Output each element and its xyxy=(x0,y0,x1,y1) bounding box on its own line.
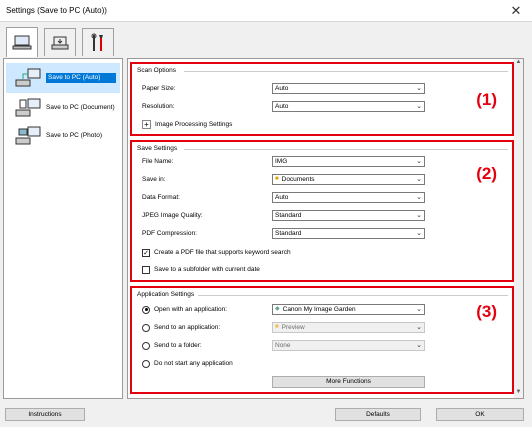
more-functions-button[interactable]: More Functions xyxy=(272,376,425,388)
divider xyxy=(184,71,508,72)
send-app-select[interactable]: ■ Preview ⌄ xyxy=(272,322,425,333)
keyword-pdf-checkbox[interactable]: ✓ xyxy=(142,248,150,257)
paper-size-select[interactable]: Auto ⌄ xyxy=(272,83,425,94)
pdf-compression-label: PDF Compression: xyxy=(142,230,197,237)
file-name-label: File Name: xyxy=(142,158,174,165)
tab-scan-from-panel[interactable] xyxy=(44,28,76,56)
scan-auto-icon xyxy=(15,68,41,87)
scroll-down-icon[interactable]: ▼ xyxy=(514,389,523,398)
data-format-select[interactable]: Auto ⌄ xyxy=(272,192,425,203)
scan-type-list: Save to PC (Auto) Save to PC (Document) … xyxy=(3,58,123,399)
section-marker: (1) xyxy=(476,90,497,109)
instructions-button[interactable]: Instructions xyxy=(5,408,85,421)
sidebar-item-save-to-pc-auto[interactable]: Save to PC (Auto) xyxy=(6,63,120,93)
scan-options-group: Scan Options Paper Size: Auto ⌄ Resolutio… xyxy=(130,62,514,136)
subfolder-option[interactable]: Save to a subfolder with current date xyxy=(142,264,260,275)
sidebar-item-save-to-pc-document[interactable]: Save to PC (Document) xyxy=(6,93,120,123)
save-settings-group: Save Settings File Name: IMG ⌄ Save in: ■… xyxy=(130,140,514,282)
chevron-down-icon: ⌄ xyxy=(416,176,422,183)
chevron-down-icon: ⌄ xyxy=(416,85,422,92)
folder-icon: ■ xyxy=(275,176,279,182)
keyword-pdf-option[interactable]: ✓ Create a PDF file that supports keywor… xyxy=(142,247,291,258)
chevron-down-icon: ⌄ xyxy=(416,342,422,349)
image-processing-label: Image Processing Settings xyxy=(155,121,233,128)
subfolder-label: Save to a subfolder with current date xyxy=(154,266,260,273)
window-title: Settings (Save to PC (Auto)) xyxy=(6,6,107,15)
chevron-down-icon: ⌄ xyxy=(416,306,422,313)
paper-size-label: Paper Size: xyxy=(142,85,176,92)
data-format-label: Data Format: xyxy=(142,194,180,201)
jpeg-quality-label: JPEG Image Quality: xyxy=(142,212,203,219)
defaults-button[interactable]: Defaults xyxy=(335,408,421,421)
divider xyxy=(198,295,508,296)
vertical-scrollbar[interactable]: ▲ ▼ xyxy=(514,59,523,398)
save-in-label: Save in: xyxy=(142,176,166,183)
ok-button[interactable]: OK xyxy=(436,408,524,421)
send-folder-option[interactable]: Send to a folder: xyxy=(142,340,202,351)
group-title: Scan Options xyxy=(137,67,177,74)
open-app-option[interactable]: Open with an application: xyxy=(142,304,227,315)
jpeg-quality-select[interactable]: Standard ⌄ xyxy=(272,210,425,221)
group-title: Application Settings xyxy=(137,291,195,298)
no-app-option[interactable]: Do not start any application xyxy=(142,358,233,369)
sidebar-item-label: Save to PC (Auto) xyxy=(46,73,116,83)
expand-icon[interactable]: + xyxy=(142,120,151,129)
send-folder-label: Send to a folder: xyxy=(154,342,202,349)
tools-icon xyxy=(91,33,103,51)
send-app-label: Send to an application: xyxy=(154,324,221,331)
settings-panel: ▲ ▼ Scan Options Paper Size: Auto ⌄ Resol… xyxy=(127,58,524,399)
sidebar-item-label: Save to PC (Document) xyxy=(46,104,115,111)
chevron-down-icon: ⌄ xyxy=(416,212,422,219)
close-icon[interactable]: ✕ xyxy=(504,2,528,19)
scan-document-icon xyxy=(15,98,41,117)
send-folder-select[interactable]: None ⌄ xyxy=(272,340,425,351)
send-folder-radio[interactable] xyxy=(142,341,150,350)
sidebar-item-label: Save to PC (Photo) xyxy=(46,132,102,139)
image-garden-icon: ◆ xyxy=(275,306,280,312)
pdf-compression-select[interactable]: Standard ⌄ xyxy=(272,228,425,239)
section-marker: (2) xyxy=(476,164,497,183)
resolution-select[interactable]: Auto ⌄ xyxy=(272,101,425,112)
subfolder-checkbox[interactable] xyxy=(142,265,150,274)
chevron-down-icon: ⌄ xyxy=(416,324,422,331)
resolution-label: Resolution: xyxy=(142,103,175,110)
chevron-down-icon: ⌄ xyxy=(416,230,422,237)
file-name-field[interactable]: IMG ⌄ xyxy=(272,156,425,167)
preview-icon: ■ xyxy=(275,324,279,330)
group-title: Save Settings xyxy=(137,145,178,152)
scan-photo-icon xyxy=(15,126,41,145)
open-app-label: Open with an application: xyxy=(154,306,227,313)
tab-general-settings[interactable] xyxy=(82,28,114,56)
send-app-option[interactable]: Send to an application: xyxy=(142,322,220,333)
open-app-radio[interactable] xyxy=(142,305,150,314)
image-processing-toggle[interactable]: + Image Processing Settings xyxy=(142,119,232,130)
tab-scan-from-computer[interactable] xyxy=(6,27,38,57)
title-bar: Settings (Save to PC (Auto)) ✕ xyxy=(0,0,532,22)
send-app-radio[interactable] xyxy=(142,323,150,332)
chevron-down-icon: ⌄ xyxy=(416,158,422,165)
chevron-down-icon: ⌄ xyxy=(416,103,422,110)
open-app-select[interactable]: ◆ Canon My Image Garden ⌄ xyxy=(272,304,425,315)
scroll-up-icon[interactable]: ▲ xyxy=(514,59,523,68)
scanner-icon xyxy=(51,36,69,49)
divider xyxy=(184,149,508,150)
save-in-select[interactable]: ■ Documents ⌄ xyxy=(272,174,425,185)
sidebar-item-save-to-pc-photo[interactable]: Save to PC (Photo) xyxy=(6,121,120,151)
no-app-radio[interactable] xyxy=(142,359,150,368)
section-marker: (3) xyxy=(476,302,497,321)
toolbar xyxy=(0,22,532,58)
keyword-pdf-label: Create a PDF file that supports keyword … xyxy=(154,249,291,256)
chevron-down-icon: ⌄ xyxy=(416,194,422,201)
computer-scan-icon xyxy=(12,35,32,49)
application-settings-group: Application Settings Open with an applic… xyxy=(130,286,514,394)
no-app-label: Do not start any application xyxy=(154,360,233,367)
